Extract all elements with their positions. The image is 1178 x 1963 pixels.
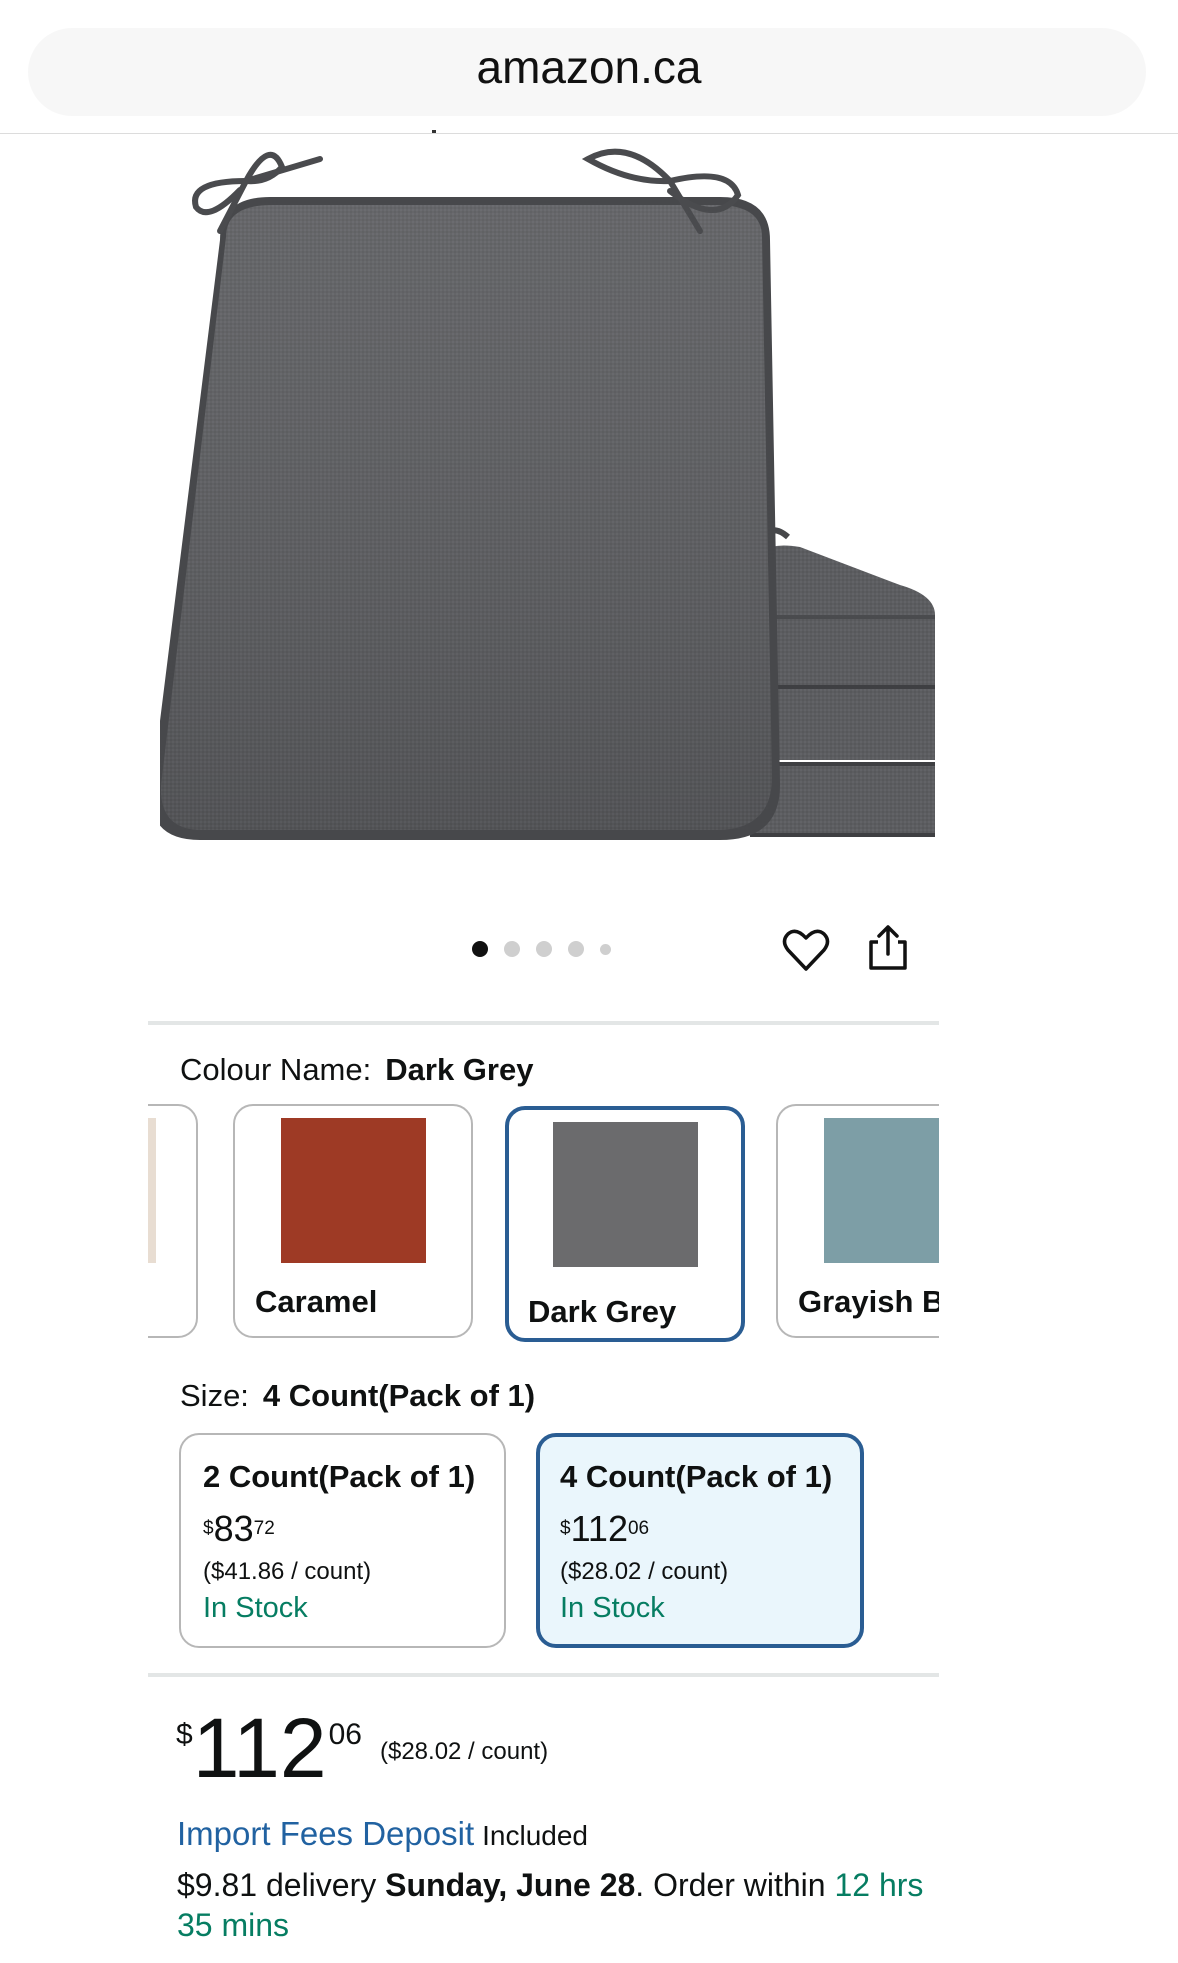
main-cushion bbox=[160, 197, 780, 840]
price-currency: $ bbox=[560, 1518, 571, 1539]
product-price: $ 112 06 ($28.02 / count) bbox=[176, 1706, 548, 1790]
size-option-price: $8372 bbox=[203, 1511, 275, 1547]
delivery-cost: $9.81 delivery bbox=[177, 1867, 377, 1903]
swatch-chip bbox=[148, 1118, 156, 1263]
stock-status: In Stock bbox=[560, 1592, 665, 1624]
price-whole: 112 bbox=[192, 1701, 327, 1795]
price-fraction: 06 bbox=[328, 1718, 362, 1751]
carousel-dot-active[interactable] bbox=[472, 941, 488, 957]
price-whole: 112 bbox=[570, 1508, 628, 1549]
import-fees-line: Import Fees Deposit Included bbox=[177, 1815, 588, 1853]
carousel-dot[interactable] bbox=[504, 941, 520, 957]
size-option-4-count[interactable]: 4 Count(Pack of 1) $11206 ($28.02 / coun… bbox=[536, 1433, 864, 1648]
address-bar-divider bbox=[0, 133, 1178, 134]
size-option-unit-price: ($41.86 / count) bbox=[203, 1558, 372, 1585]
swatch-chip bbox=[553, 1122, 698, 1267]
product-image[interactable] bbox=[160, 145, 950, 875]
section-divider bbox=[148, 1021, 939, 1025]
colour-swatch-caramel[interactable]: Caramel bbox=[233, 1104, 473, 1338]
carousel-dot[interactable] bbox=[568, 941, 584, 957]
size-label-text: Size: bbox=[180, 1378, 249, 1413]
swatch-chip bbox=[824, 1118, 939, 1263]
price-fraction: 06 bbox=[627, 1518, 650, 1539]
size-label: Size: 4 Count(Pack of 1) bbox=[180, 1378, 535, 1414]
size-option-unit-price: ($28.02 / count) bbox=[560, 1558, 729, 1585]
price-currency: $ bbox=[203, 1518, 214, 1539]
carousel-dot[interactable] bbox=[536, 941, 552, 957]
import-fees-link[interactable]: Import Fees Deposit bbox=[177, 1815, 474, 1852]
share-icon[interactable] bbox=[862, 922, 914, 974]
section-divider bbox=[148, 1673, 939, 1677]
swatch-name: Grayish B bbox=[798, 1284, 939, 1319]
image-carousel-dots bbox=[472, 941, 611, 957]
decorative-mark bbox=[432, 130, 436, 133]
selected-colour-name: Dark Grey bbox=[385, 1052, 534, 1087]
heart-icon[interactable] bbox=[780, 925, 832, 977]
stock-status: In Stock bbox=[203, 1592, 308, 1624]
size-option-2-count[interactable]: 2 Count(Pack of 1) $8372 ($41.86 / count… bbox=[179, 1433, 506, 1648]
colour-label: Colour Name: Dark Grey bbox=[180, 1052, 533, 1088]
size-option-title: 2 Count(Pack of 1) bbox=[203, 1459, 476, 1494]
price-per-count: ($28.02 / count) bbox=[379, 1738, 549, 1765]
colour-swatch-partial[interactable] bbox=[148, 1104, 198, 1338]
price-currency: $ bbox=[176, 1718, 193, 1751]
price-fraction: 72 bbox=[253, 1518, 275, 1539]
order-within-text: . Order within bbox=[635, 1867, 826, 1903]
size-option-title: 4 Count(Pack of 1) bbox=[560, 1459, 833, 1494]
carousel-dot[interactable] bbox=[600, 943, 611, 955]
swatch-chip bbox=[281, 1118, 426, 1263]
url-text[interactable]: amazon.ca bbox=[0, 40, 1178, 94]
size-option-price: $11206 bbox=[560, 1511, 649, 1547]
colour-swatch-dark-grey[interactable]: Dark Grey bbox=[505, 1106, 745, 1342]
delivery-info: $9.81 delivery Sunday, June 28. Order wi… bbox=[177, 1865, 937, 1945]
import-fees-status: Included bbox=[482, 1820, 588, 1851]
swatch-name: Dark Grey bbox=[528, 1294, 677, 1329]
colour-swatch-row: Caramel Dark Grey Grayish B bbox=[148, 1104, 939, 1344]
price-whole: 83 bbox=[213, 1508, 254, 1549]
colour-label-text: Colour Name: bbox=[180, 1052, 372, 1087]
delivery-date: Sunday, June 28 bbox=[385, 1867, 636, 1903]
swatch-name: Caramel bbox=[255, 1284, 378, 1319]
selected-size-name: 4 Count(Pack of 1) bbox=[262, 1378, 536, 1413]
colour-swatch-grayish-blue[interactable]: Grayish B bbox=[776, 1104, 939, 1338]
